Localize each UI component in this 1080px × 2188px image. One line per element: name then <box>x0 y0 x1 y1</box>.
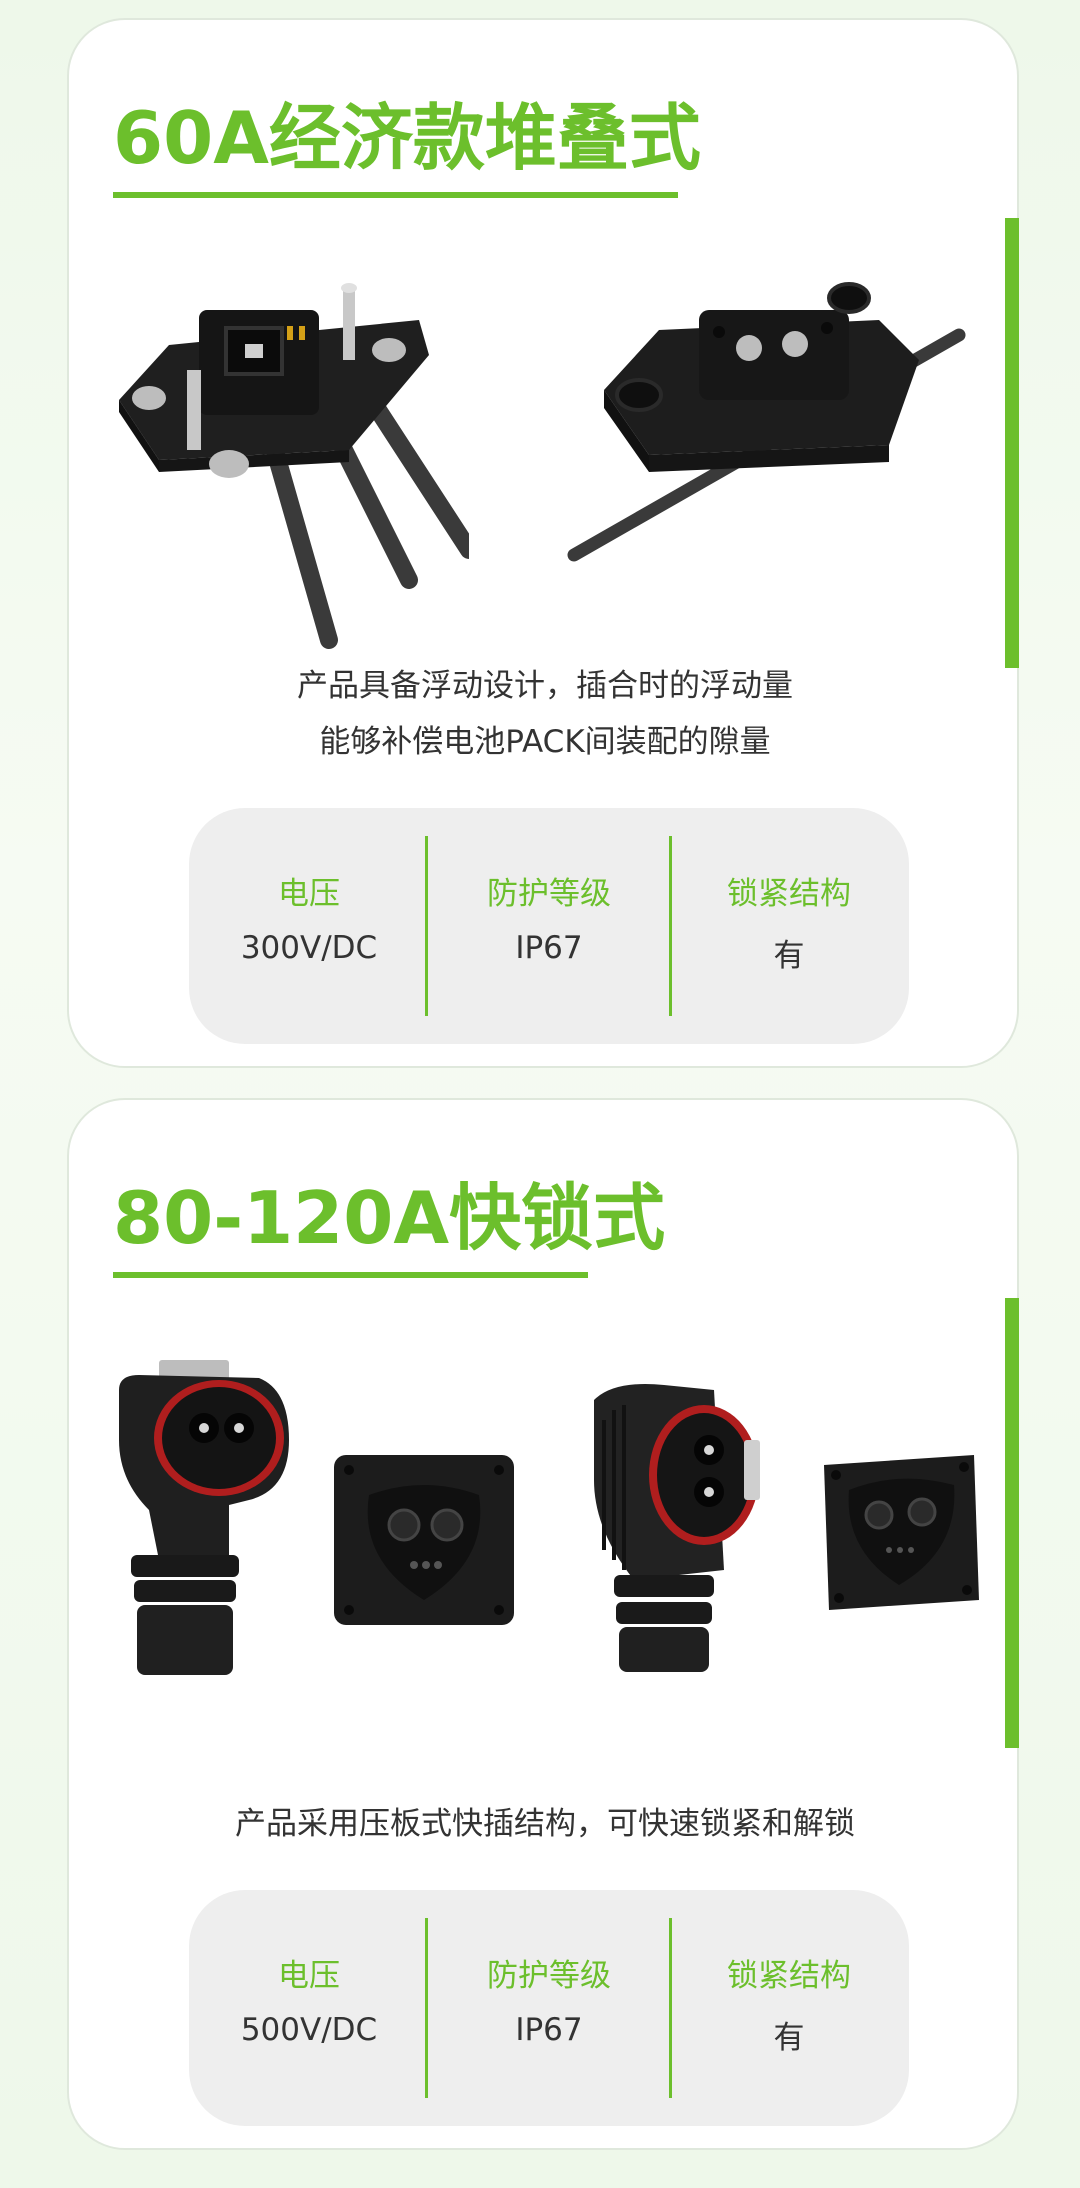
spec-label: 防护等级 <box>487 1958 611 1994</box>
spec-label: 锁紧结构 <box>727 876 851 912</box>
product-card-80-120a: 80-120A快锁式 产品采用压板式快插结构，可快速锁紧和解锁 电压 500V/… <box>67 1098 1019 2150</box>
spec-value: 500V/DC <box>240 2012 378 2048</box>
card-title: 60A经济款堆叠式 <box>113 96 701 180</box>
quick-lock-socket-image <box>334 1455 514 1625</box>
product-description-line: 能够补偿电池PACK间装配的隙量 <box>319 724 771 760</box>
spec-panel: 电压 300V/DC 防护等级 IP67 锁紧结构 有 <box>189 808 909 1044</box>
spec-divider <box>425 1918 428 2098</box>
spec-protection-grade: 防护等级 IP67 <box>434 1890 664 2126</box>
spec-divider <box>669 1918 672 2098</box>
spec-value: IP67 <box>515 2012 583 2048</box>
spec-label: 电压 <box>278 876 340 912</box>
spec-divider <box>669 836 672 1016</box>
spec-label: 防护等级 <box>487 876 611 912</box>
stacked-connector-socket-image <box>567 282 966 562</box>
spec-label: 电压 <box>278 1958 340 1994</box>
spec-voltage: 电压 500V/DC <box>194 1890 424 2126</box>
stacked-connector-plug-image <box>119 283 469 649</box>
accent-side-bar <box>1005 1298 1019 1748</box>
quick-lock-ribbed-plug-image <box>594 1384 760 1672</box>
spec-panel: 电压 500V/DC 防护等级 IP67 锁紧结构 有 <box>189 1890 909 2126</box>
spec-voltage: 电压 300V/DC <box>194 808 424 1044</box>
spec-value: 有 <box>773 2020 805 2056</box>
spec-locking-structure: 锁紧结构 有 <box>674 1890 904 2126</box>
spec-divider <box>425 836 428 1016</box>
product-card-60a: 60A经济款堆叠式 产品具备浮动设计，插合时的浮动量 能够补偿电池PACK间装配… <box>67 18 1019 1068</box>
spec-label: 锁紧结构 <box>727 1958 851 1994</box>
accent-side-bar <box>1005 218 1019 668</box>
product-description-line: 产品采用压板式快插结构，可快速锁紧和解锁 <box>235 1806 855 1842</box>
card-title: 80-120A快锁式 <box>113 1176 666 1260</box>
title-underline <box>113 1272 588 1278</box>
quick-lock-plug-image <box>119 1360 289 1675</box>
spec-value: 300V/DC <box>240 930 378 966</box>
spec-locking-structure: 锁紧结构 有 <box>674 808 904 1044</box>
spec-value: 有 <box>773 938 805 974</box>
title-underline <box>113 192 678 198</box>
product-description-line: 产品具备浮动设计，插合时的浮动量 <box>297 668 793 704</box>
quick-lock-panel-socket-image <box>824 1455 979 1610</box>
spec-protection-grade: 防护等级 IP67 <box>434 808 664 1044</box>
spec-value: IP67 <box>515 930 583 966</box>
